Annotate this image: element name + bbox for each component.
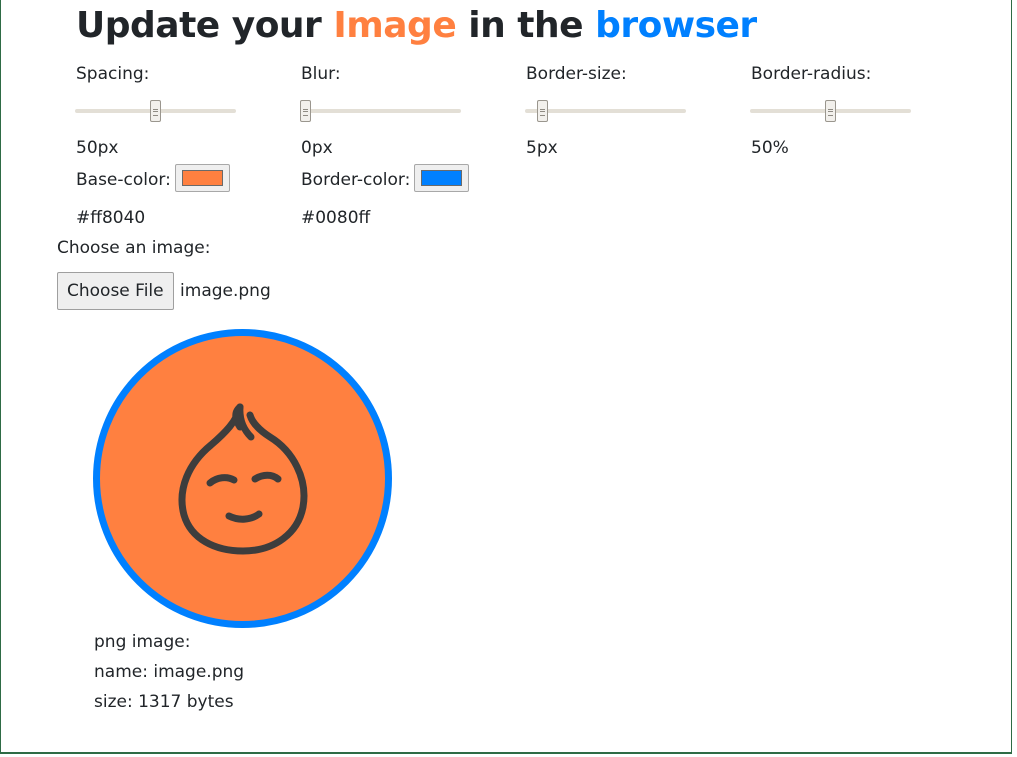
blur-slider[interactable]: [300, 100, 461, 124]
border-color-picker[interactable]: [414, 164, 470, 192]
slider-thumb[interactable]: [536, 100, 548, 122]
selected-filename: image.png: [180, 281, 271, 301]
base-color-row: Base-color:: [76, 164, 230, 194]
choose-file-button[interactable]: Choose File: [57, 272, 174, 310]
border-radius-slider[interactable]: [750, 100, 911, 124]
title-text-3: in the: [456, 5, 596, 46]
slider-thumb[interactable]: [300, 100, 311, 122]
border-color-swatch: [421, 170, 463, 186]
image-name-text: name: image.png: [94, 662, 245, 682]
spacing-value: 50px: [76, 138, 119, 158]
border-size-label: Border-size:: [526, 64, 627, 84]
blur-label: Blur:: [301, 64, 341, 84]
border-color-value: #0080ff: [301, 208, 371, 228]
border-size-value: 5px: [526, 138, 558, 158]
spacing-label: Spacing:: [76, 64, 150, 84]
spacing-slider[interactable]: [75, 100, 236, 124]
base-color-value: #ff8040: [76, 208, 146, 228]
border-radius-value: 50%: [751, 138, 789, 158]
border-radius-label: Border-radius:: [751, 64, 872, 84]
image-type-text: png image:: [94, 632, 191, 652]
image-preview: [93, 329, 392, 628]
base-color-picker[interactable]: [174, 164, 230, 192]
page-title: Update your Image in the browser: [76, 5, 757, 46]
slider-track: [525, 109, 686, 113]
border-color-row: Border-color:: [301, 164, 470, 194]
image-size-text: size: 1317 bytes: [94, 692, 234, 712]
slider-track: [300, 109, 461, 113]
base-color-label: Base-color:: [76, 170, 171, 190]
title-text-browser: browser: [595, 5, 757, 46]
blur-value: 0px: [301, 138, 333, 158]
border-color-label: Border-color:: [301, 170, 411, 190]
slider-thumb[interactable]: [824, 100, 836, 122]
slider-thumb[interactable]: [149, 100, 161, 122]
preview-circle: [93, 329, 392, 628]
base-color-swatch: [181, 170, 223, 186]
border-size-slider[interactable]: [525, 100, 686, 124]
choose-image-label: Choose an image:: [57, 238, 211, 258]
file-input: Choose File image.png: [57, 272, 271, 310]
title-text-1: Update your: [76, 5, 334, 46]
title-text-image: Image: [333, 5, 457, 46]
